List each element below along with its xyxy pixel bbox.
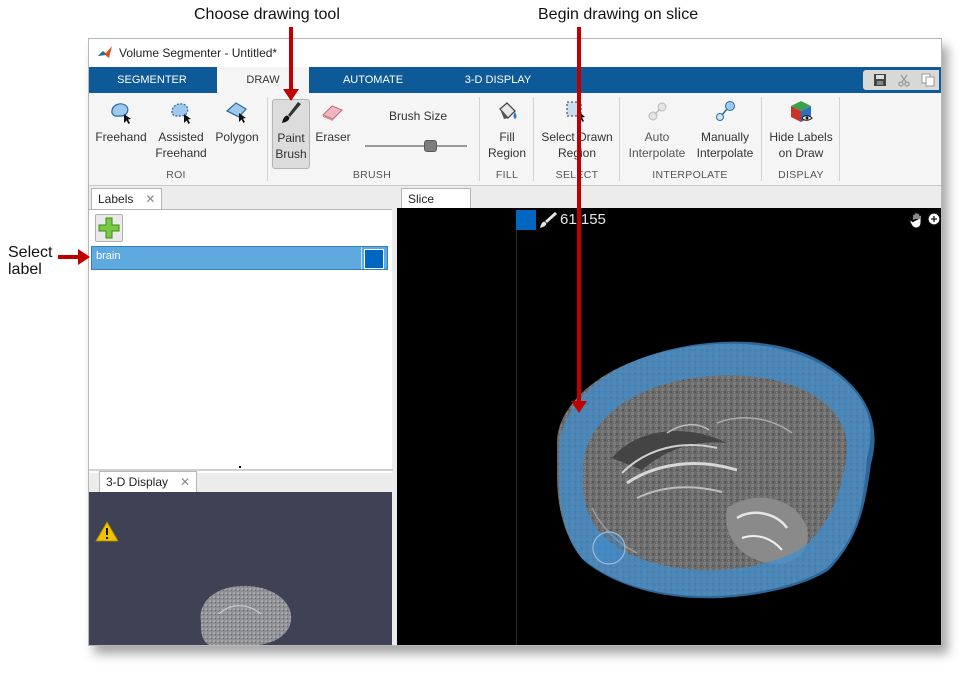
assisted-freehand-button[interactable]: Assisted Freehand: [151, 99, 211, 161]
brush-size-track: [365, 145, 467, 147]
manually-interpolate-icon: [716, 101, 735, 121]
title-bar: Volume Segmenter - Untitled*: [89, 39, 941, 67]
save-icon[interactable]: [873, 73, 887, 87]
hide-label-line2: on Draw: [778, 146, 824, 160]
label-row[interactable]: brain: [91, 246, 388, 270]
tab-segmenter[interactable]: SEGMENTER: [89, 67, 215, 93]
assisted-label-line2: Freehand: [155, 146, 207, 160]
labels-tab-label: Labels: [98, 192, 134, 206]
manually-interpolate-button[interactable]: Manually Interpolate: [693, 99, 757, 161]
brush-group-label: BRUSH: [352, 169, 392, 181]
ribbon-separator: [533, 97, 534, 181]
3d-brain-volume: [200, 585, 292, 645]
fill-label-line1: Fill: [499, 130, 515, 144]
hide-labels-icon: [791, 101, 813, 122]
paint-label-line2: Brush: [275, 147, 307, 161]
copy-icon[interactable]: [921, 73, 935, 87]
3d-display-tab-label: 3-D Display: [106, 475, 169, 489]
left-panel: Labels ✕ brain 3-D Display ✕: [89, 186, 393, 645]
close-icon[interactable]: ✕: [145, 192, 155, 206]
ribbon-separator: [761, 97, 762, 181]
freehand-label: Freehand: [95, 130, 147, 144]
quick-access-toolbar: [863, 70, 939, 90]
paint-brush-button[interactable]: Paint Brush: [272, 99, 310, 169]
brush-size-thumb[interactable]: [424, 140, 437, 152]
volume-segmenter-window: Volume Segmenter - Untitled* SEGMENTER D…: [88, 38, 942, 646]
slice-tab[interactable]: Slice: [401, 188, 471, 209]
brush-size-slider[interactable]: [365, 139, 467, 153]
polygon-button[interactable]: Polygon: [213, 99, 261, 145]
interpolate-group-label: INTERPOLATE: [652, 169, 728, 181]
roi-group-label: ROI: [166, 169, 186, 181]
manual-label-line2: Interpolate: [696, 146, 754, 160]
slice-tab-label: Slice: [408, 192, 435, 206]
annotation-select-label-line1: Select: [8, 244, 53, 261]
draw-ribbon: Freehand Assisted Freehand Polygon ROI P…: [89, 93, 941, 186]
panel-resize-dot: [239, 466, 241, 468]
annotation-begin-drawing: Begin drawing on slice: [538, 6, 699, 23]
cut-icon[interactable]: [897, 73, 911, 87]
ribbon-separator: [479, 97, 480, 181]
annotation-select-label-line2: label: [8, 261, 42, 278]
fill-label-line2: Region: [487, 146, 527, 160]
freehand-icon: [111, 103, 131, 124]
label-color-swatch[interactable]: [364, 249, 384, 269]
labels-list: brain: [89, 209, 392, 473]
3d-display-tab[interactable]: 3-D Display ✕: [99, 471, 198, 492]
auto-interpolate-icon: [648, 102, 667, 121]
matlab-logo-icon: [98, 46, 112, 58]
add-label-button[interactable]: [95, 214, 123, 242]
auto-label-line1: Auto: [644, 130, 670, 144]
paint-label-line1: Paint: [277, 131, 305, 145]
fill-bucket-icon: [499, 102, 517, 119]
annotation-select-label: Select label: [8, 244, 52, 278]
polygon-icon: [225, 102, 248, 123]
brush-cursor: [592, 531, 626, 565]
hide-labels-on-draw-button[interactable]: Hide Labels on Draw: [765, 99, 837, 161]
plus-icon: [98, 217, 120, 239]
labels-tab[interactable]: Labels ✕: [91, 188, 163, 209]
assisted-freehand-icon: [171, 103, 191, 124]
arrow-select-label: [58, 249, 90, 265]
fill-group-label: FILL: [495, 169, 519, 181]
manual-label-line1: Manually: [700, 130, 750, 144]
freehand-button[interactable]: Freehand: [93, 99, 149, 145]
ribbon-separator: [619, 97, 620, 181]
tab-3d-display[interactable]: 3-D DISPLAY: [439, 67, 557, 93]
hide-label-line1: Hide Labels: [769, 130, 833, 144]
window-title: Volume Segmenter - Untitled*: [119, 46, 278, 60]
brush-size-label: Brush Size: [389, 109, 448, 123]
ribbon-separator: [839, 97, 840, 181]
polygon-label: Polygon: [215, 130, 259, 144]
annotation-choose-tool: Choose drawing tool: [194, 6, 340, 23]
tab-automate[interactable]: AUTOMATE: [317, 67, 429, 93]
display-group-label: DISPLAY: [778, 169, 824, 181]
slice-view[interactable]: 61/155: [397, 208, 941, 645]
brain-slice-image: [556, 341, 875, 599]
auto-label-line2: Interpolate: [628, 146, 686, 160]
arrow-choose-tool: [283, 27, 299, 101]
auto-interpolate-button[interactable]: Auto Interpolate: [625, 99, 689, 161]
arrow-begin-drawing: [571, 27, 587, 413]
label-name[interactable]: brain: [96, 250, 120, 262]
ribbon-separator: [267, 97, 268, 181]
label-row-divider: [361, 247, 362, 269]
paint-brush-icon: [282, 102, 301, 123]
fill-region-button[interactable]: Fill Region: [483, 99, 531, 161]
toolstrip-tabs: SEGMENTER DRAW AUTOMATE 3-D DISPLAY: [89, 67, 941, 93]
eraser-label: Eraser: [315, 130, 351, 144]
close-icon[interactable]: ✕: [180, 475, 190, 489]
3d-display-area[interactable]: [89, 492, 392, 645]
right-panel: Slice 61/155: [397, 186, 941, 645]
assisted-label-line1: Assisted: [158, 130, 204, 144]
eraser-button[interactable]: Eraser: [313, 99, 353, 145]
eraser-icon: [322, 105, 343, 121]
